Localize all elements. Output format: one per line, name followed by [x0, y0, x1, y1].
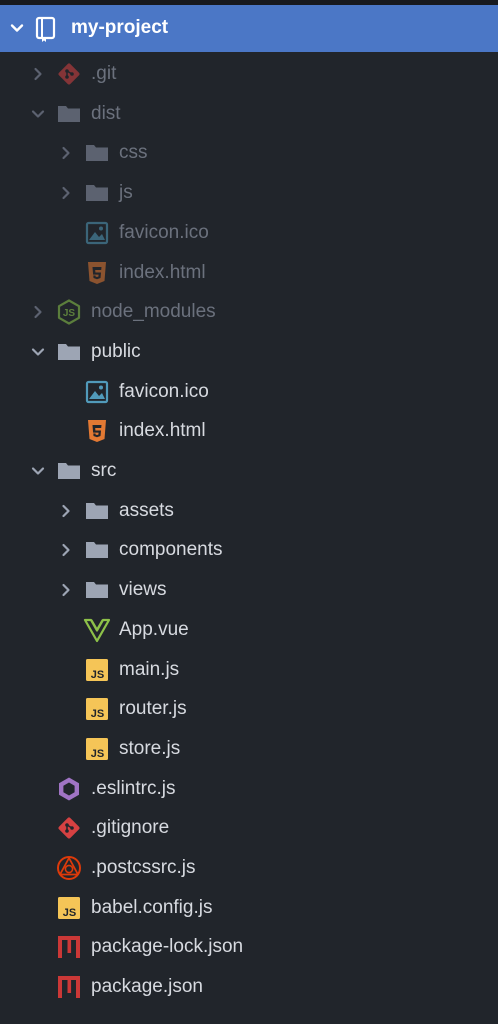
tree-item[interactable]: JS main.js [0, 650, 498, 689]
folder-icon [84, 498, 110, 524]
chevron-down-icon[interactable] [9, 20, 25, 36]
tree-item-label: favicon.ico [119, 221, 209, 243]
tree-item[interactable]: index.html [0, 411, 498, 450]
tree-item-label: package.json [91, 976, 203, 998]
js-icon: JS [84, 736, 110, 762]
tree-item[interactable]: views [0, 570, 498, 609]
image-file-icon [84, 220, 110, 246]
tree-item-label: css [119, 142, 148, 164]
tree-item[interactable]: dist [0, 94, 498, 133]
tree-item-label: components [119, 539, 223, 561]
html5-icon [84, 418, 110, 444]
project-root-header[interactable]: my-project [0, 5, 498, 52]
chevron-right-icon[interactable] [58, 503, 74, 519]
chevron-right-icon[interactable] [58, 582, 74, 598]
npm-icon [56, 934, 82, 960]
tree-item-label: babel.config.js [91, 896, 213, 918]
tree-item-label: assets [119, 499, 174, 521]
chevron-right-icon[interactable] [58, 185, 74, 201]
html5-icon [84, 260, 110, 286]
tree-item[interactable]: .gitignore [0, 808, 498, 847]
folder-icon [56, 101, 82, 127]
tree-item-label: js [119, 182, 133, 204]
postcss-icon [56, 855, 82, 881]
git-icon [56, 815, 82, 841]
chevron-right-icon[interactable] [58, 542, 74, 558]
folder-icon [56, 458, 82, 484]
tree-item[interactable]: public [0, 332, 498, 371]
tree-item-label: .gitignore [91, 817, 170, 839]
svg-text:JS: JS [91, 708, 104, 720]
npm-icon [56, 974, 82, 1000]
folder-icon [84, 577, 110, 603]
tree-item-label: main.js [119, 658, 180, 680]
folder-icon [84, 140, 110, 166]
eslint-icon [56, 776, 82, 802]
tree-item[interactable]: components [0, 530, 498, 569]
tree-item[interactable]: favicon.ico [0, 213, 498, 252]
chevron-down-icon[interactable] [30, 344, 46, 360]
git-icon [56, 61, 82, 87]
tree-item-label: .git [91, 63, 117, 84]
tree-item-label: .postcssrc.js [91, 857, 196, 878]
tree-item[interactable]: .eslintrc.js [0, 769, 498, 808]
tree-item[interactable]: JS babel.config.js [0, 888, 498, 927]
project-name: my-project [71, 17, 169, 38]
js-icon: JS [84, 696, 110, 722]
tree-item-label: dist [91, 102, 121, 124]
tree-item[interactable]: js [0, 173, 498, 212]
svg-text:JS: JS [63, 907, 76, 919]
tree-item-label: store.js [119, 737, 181, 759]
svg-text:JS: JS [91, 669, 104, 681]
tree-item-label: views [119, 579, 167, 601]
tree-item-label: router.js [119, 698, 187, 720]
tree-item-label: node_modules [91, 301, 216, 323]
chevron-right-icon[interactable] [58, 145, 74, 161]
folder-icon [84, 180, 110, 206]
chevron-down-icon[interactable] [30, 106, 46, 122]
tree-item[interactable]: App.vue [0, 610, 498, 649]
tree-item[interactable]: .postcssrc.js [0, 848, 498, 887]
tree-item[interactable]: src [0, 451, 498, 490]
folder-icon [84, 537, 110, 563]
tree-item[interactable]: package.json [0, 967, 498, 1006]
js-icon: JS [84, 657, 110, 683]
tree-item-label: App.vue [119, 618, 189, 640]
tree-item[interactable]: JS store.js [0, 729, 498, 768]
tree-item-label: public [91, 340, 141, 362]
svg-text:JS: JS [91, 748, 104, 760]
tree-item-label: package-lock.json [91, 936, 244, 958]
tree-item-label: favicon.ico [119, 380, 209, 402]
chevron-right-icon[interactable] [30, 304, 46, 320]
chevron-down-icon[interactable] [30, 463, 46, 479]
tree-item[interactable]: package-lock.json [0, 927, 498, 966]
js-icon: JS [56, 895, 82, 921]
tree-item[interactable]: index.html [0, 253, 498, 292]
tree-item[interactable]: css [0, 133, 498, 172]
folder-icon [56, 339, 82, 365]
nodejs-icon: JS [56, 299, 82, 325]
tree-item-label: .eslintrc.js [91, 777, 176, 799]
tree-item[interactable]: JS router.js [0, 689, 498, 728]
tree-item[interactable]: .git [0, 54, 498, 93]
image-file-icon [84, 379, 110, 405]
tree-item[interactable]: JS node_modules [0, 292, 498, 331]
tree-item-label: index.html [119, 420, 206, 442]
chevron-right-icon[interactable] [30, 66, 46, 82]
tree-item[interactable]: favicon.ico [0, 372, 498, 411]
tree-item[interactable]: assets [0, 491, 498, 530]
tree-item-label: index.html [119, 261, 206, 283]
repository-icon [34, 16, 58, 42]
vue-icon [83, 617, 111, 643]
tree-item-label: src [91, 460, 117, 481]
svg-text:JS: JS [63, 308, 76, 319]
